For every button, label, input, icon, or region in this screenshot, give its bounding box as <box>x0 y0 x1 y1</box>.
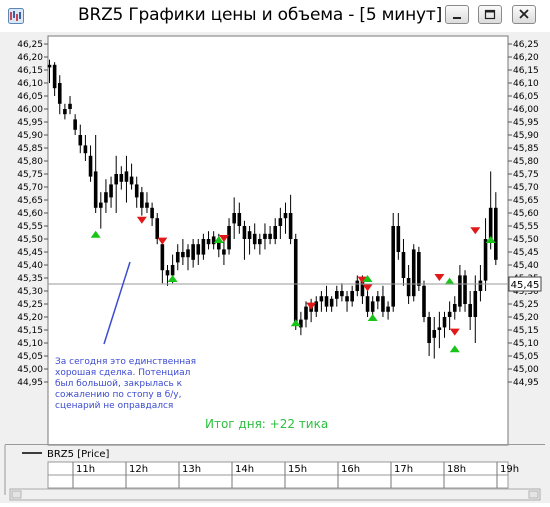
y-tick-label: 46,15 <box>17 66 43 76</box>
time-axis-secondary <box>47 474 509 489</box>
y-tick-label: 45,25 <box>17 300 43 310</box>
y-tick-label: 46,00 <box>17 105 43 115</box>
candle <box>422 280 426 323</box>
minimize-icon <box>453 17 461 19</box>
y-tick-label: 45,65 <box>513 196 539 206</box>
y-tick-label: 45,00 <box>17 365 43 375</box>
current-price-label: 45,45 <box>511 280 540 291</box>
day-result-label: Итог дня: +22 тика <box>205 417 328 431</box>
y-tick-label: 46,20 <box>17 53 43 63</box>
y-tick-label: 44,95 <box>17 378 43 388</box>
y-tick-label: 45,70 <box>513 183 539 193</box>
y-tick-label: 45,50 <box>513 235 539 245</box>
y-tick-label: 45,25 <box>513 300 539 310</box>
y-tick-label: 45,00 <box>513 365 539 375</box>
y-tick-label: 44,95 <box>513 378 539 388</box>
candle <box>411 244 416 302</box>
scroll-right-button[interactable] <box>528 490 539 499</box>
y-tick-label: 45,85 <box>513 144 539 154</box>
y-tick-label: 45,85 <box>17 144 43 154</box>
minimize-button[interactable] <box>445 5 469 24</box>
annotation-note-line: сценарий не оправдался <box>55 401 173 411</box>
y-tick-label: 45,20 <box>513 313 539 323</box>
y-tick-label: 45,10 <box>513 339 539 349</box>
annotation-note-line: хорошая сделка. Потенциал <box>55 368 190 378</box>
y-tick-label: 45,65 <box>17 196 43 206</box>
x-tick-label: 17h <box>394 464 413 475</box>
y-tick-label: 45,15 <box>513 326 539 336</box>
title-bar: BRZ5 Графики цены и объема - [5 минут] <box>0 0 550 33</box>
y-tick-label: 45,10 <box>17 339 43 349</box>
y-tick-label: 45,55 <box>513 222 539 232</box>
y-tick-label: 45,70 <box>17 183 43 193</box>
scroll-left-button[interactable] <box>11 490 22 499</box>
y-tick-label: 46,10 <box>513 79 539 89</box>
x-tick-label: 15h <box>288 464 307 475</box>
horizontal-scrollbar[interactable] <box>9 488 541 501</box>
y-tick-label: 45,50 <box>17 235 43 245</box>
legend-label: BRZ5 [Price] <box>47 449 109 460</box>
y-tick-label: 45,15 <box>17 326 43 336</box>
x-tick-label: 11h <box>76 464 95 475</box>
y-tick-label: 45,30 <box>17 287 43 297</box>
y-tick-label: 46,05 <box>513 92 539 102</box>
y-tick-label: 46,20 <box>513 53 539 63</box>
window-title: BRZ5 Графики цены и объема - [5 минут] <box>78 5 443 25</box>
y-tick-label: 45,60 <box>513 209 539 219</box>
x-tick-label: 18h <box>447 464 466 475</box>
y-tick-label: 45,45 <box>513 248 539 258</box>
x-tick-label: 13h <box>182 464 201 475</box>
y-tick-label: 46,05 <box>17 92 43 102</box>
y-tick-label: 45,35 <box>17 274 43 284</box>
x-tick-label: 19h <box>500 464 519 475</box>
y-tick-label: 45,60 <box>17 209 43 219</box>
time-axis <box>47 461 509 476</box>
annotation-note-line: сожалению по стопу в б/у, <box>55 390 182 400</box>
y-tick-label: 45,80 <box>513 157 539 167</box>
candle <box>293 233 298 330</box>
y-tick-label: 45,95 <box>17 118 43 128</box>
x-tick-label: 16h <box>341 464 360 475</box>
candle <box>391 213 396 312</box>
y-tick-label: 45,05 <box>17 352 43 362</box>
y-tick-label: 46,25 <box>513 40 539 50</box>
y-tick-label: 45,20 <box>17 313 43 323</box>
y-tick-label: 45,80 <box>17 157 43 167</box>
app-icon <box>8 8 24 24</box>
y-tick-label: 45,75 <box>17 170 43 180</box>
close-button[interactable] <box>512 5 536 24</box>
y-tick-label: 46,10 <box>17 79 43 89</box>
y-tick-label: 45,45 <box>17 248 43 258</box>
annotation-note-line: был большой, закрылась к <box>55 379 183 389</box>
restore-icon <box>484 9 496 20</box>
y-tick-label: 46,25 <box>17 40 43 50</box>
chart-window: BRZ5 [Price] 46,25 46,25 46,20 46,20 46,15 46… <box>0 32 550 503</box>
y-tick-label: 46,00 <box>513 105 539 115</box>
y-tick-label: 45,90 <box>17 131 43 141</box>
y-tick-label: 45,40 <box>513 261 539 271</box>
x-tick-label: 14h <box>235 464 254 475</box>
y-tick-label: 45,40 <box>17 261 43 271</box>
annotation-note-line: За сегодня это единственная <box>55 357 196 367</box>
y-tick-label: 45,05 <box>513 352 539 362</box>
close-icon <box>519 9 529 19</box>
y-tick-label: 45,95 <box>513 118 539 128</box>
x-tick-label: 12h <box>129 464 148 475</box>
restore-button[interactable] <box>478 5 502 24</box>
y-tick-label: 45,55 <box>17 222 43 232</box>
price-chart[interactable]: BRZ5 [Price] 46,25 46,25 46,20 46,20 46,15 46… <box>0 32 550 503</box>
y-tick-label: 45,90 <box>513 131 539 141</box>
y-tick-label: 45,75 <box>513 170 539 180</box>
y-tick-label: 46,15 <box>513 66 539 76</box>
